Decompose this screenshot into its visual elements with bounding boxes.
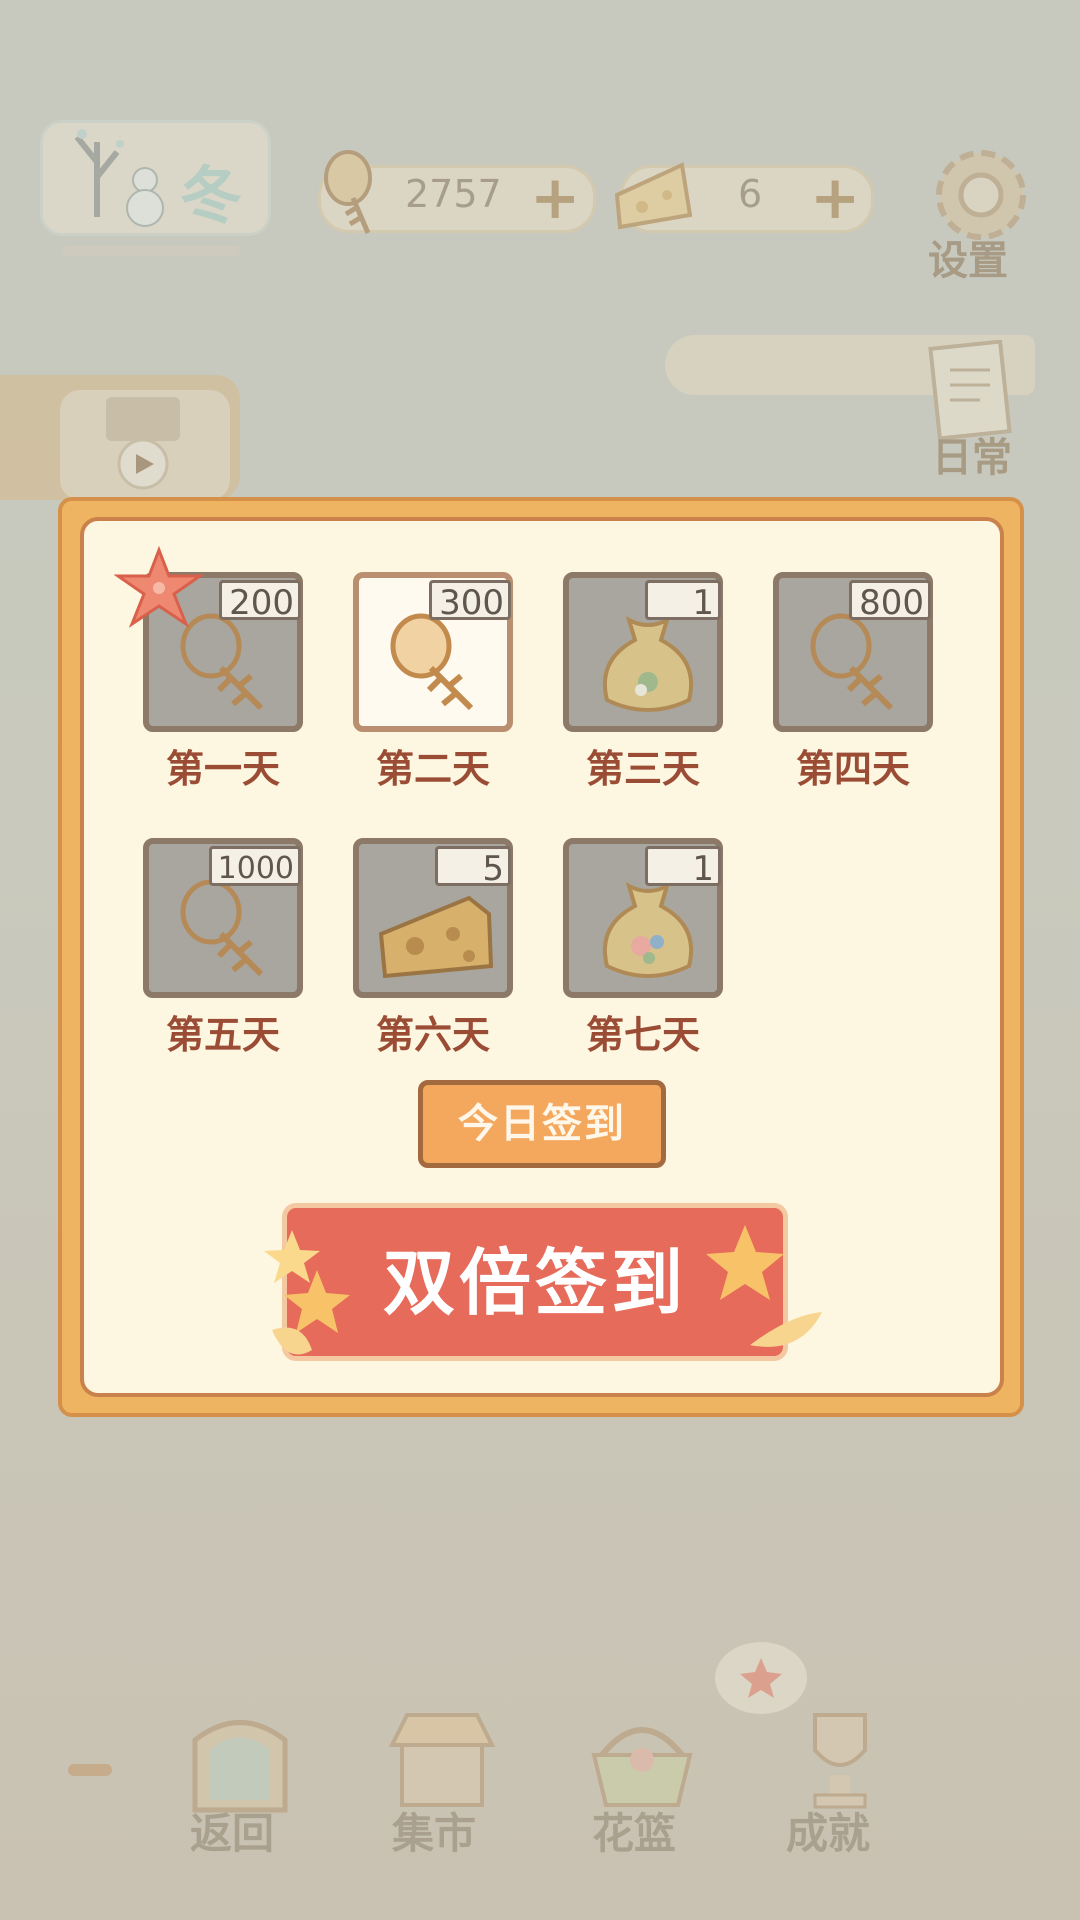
nav-basket-label[interactable]: 花篮 (592, 1800, 676, 1861)
add-cheese-button[interactable]: + (810, 168, 860, 228)
flower-sticker-icon (114, 546, 204, 628)
day-7-card[interactable]: 1 (563, 838, 723, 998)
nav-back-label[interactable]: 返回 (190, 1800, 274, 1861)
day-5-label: 第五天 (165, 1013, 280, 1057)
reward-amount-tag: 300 (429, 580, 511, 623)
settings-label[interactable]: 设置 (928, 228, 1008, 286)
season-progress (62, 246, 240, 256)
nav-achievements-label[interactable]: 成就 (786, 1800, 870, 1861)
day-4-label: 第四天 (795, 747, 910, 791)
reward-amount-tag: 1 (645, 580, 721, 623)
reward-amount-tag: 5 (435, 846, 511, 889)
window-icon[interactable] (180, 1705, 300, 1815)
sign-today-button[interactable]: 今日签到 (418, 1080, 666, 1168)
nav-market-label[interactable]: 集市 (392, 1800, 476, 1861)
fish-bone-icon (180, 879, 264, 977)
menu-collapse-handle[interactable] (68, 1764, 112, 1776)
snowman-icon (126, 167, 164, 227)
season-label: 冬 (180, 159, 243, 232)
reward-amount-tag: 1000 (209, 846, 301, 886)
day-2-label: 第二天 (375, 747, 490, 791)
fish-count: 2757 (405, 172, 502, 216)
star-decoration-icon (264, 1230, 350, 1355)
day-6-card[interactable]: 5 (353, 838, 513, 998)
fish-bone-icon (810, 613, 894, 711)
day-1-label: 第一天 (165, 747, 280, 791)
reward-amount-tag: 1 (645, 846, 721, 889)
reward-amount-tag: 200 (219, 580, 301, 623)
bag-play-icon (106, 397, 180, 490)
add-fish-button[interactable]: + (530, 168, 580, 228)
star-decoration-icon (706, 1225, 822, 1347)
daily-label[interactable]: 日常 (932, 425, 1012, 483)
market-stall-icon[interactable] (382, 1705, 502, 1815)
cheese-icon (614, 162, 693, 230)
fish-bone-icon (324, 150, 372, 234)
day-6-label: 第六天 (375, 1013, 490, 1057)
day-3-card[interactable]: 1 (563, 572, 723, 732)
day-3-label: 第三天 (585, 747, 700, 791)
fish-bone-icon (390, 613, 474, 711)
cheese-icon (378, 895, 494, 979)
day-7-label: 第七天 (585, 1013, 700, 1057)
flower-basket-icon[interactable] (582, 1705, 702, 1815)
day-2-card[interactable]: 300 (353, 572, 513, 732)
trophy-icon[interactable] (780, 1705, 900, 1815)
day-5-card[interactable]: 1000 (143, 838, 303, 998)
day-4-card[interactable]: 800 (773, 572, 933, 732)
reward-amount-tag: 800 (849, 580, 931, 623)
cheese-count: 6 (738, 172, 763, 216)
